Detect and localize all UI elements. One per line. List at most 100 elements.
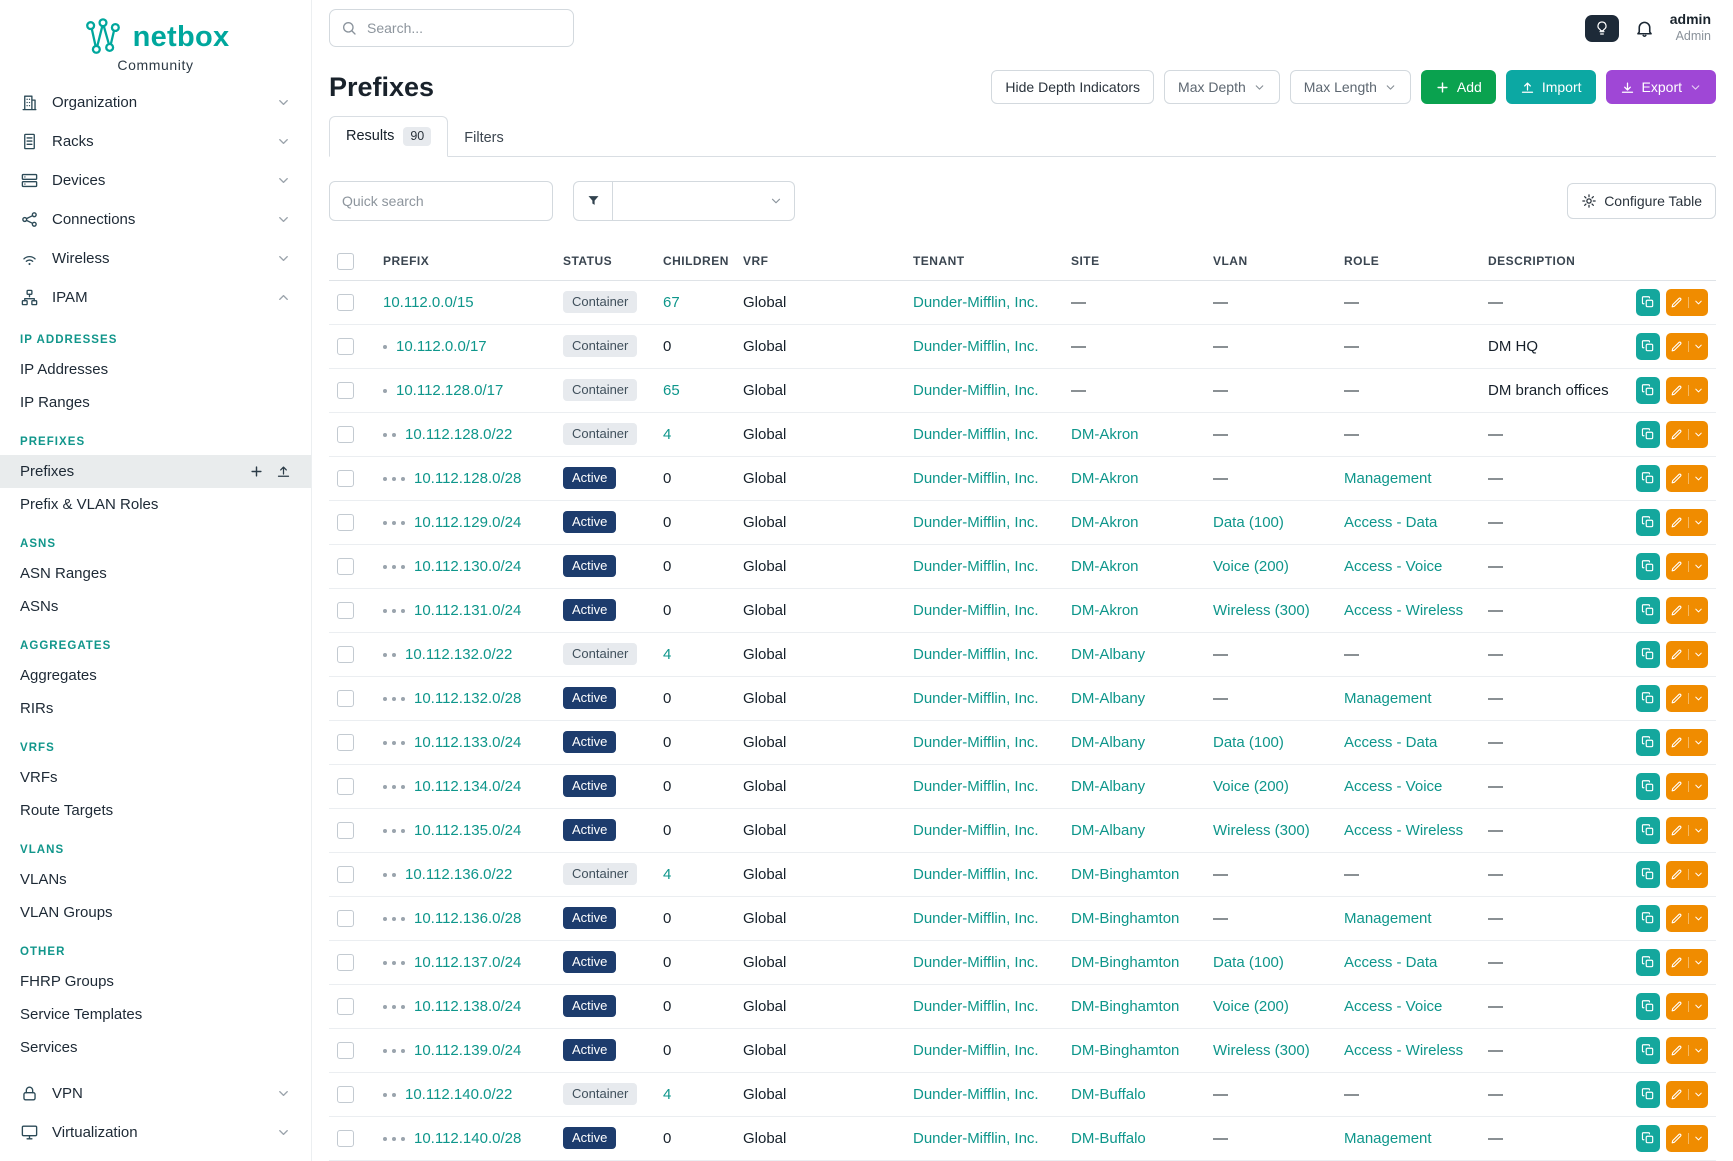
clone-button[interactable] [1636, 685, 1660, 712]
clone-button[interactable] [1636, 289, 1660, 316]
vlan-link[interactable]: Data (100) [1213, 734, 1284, 751]
prefix-link[interactable]: 10.112.138.0/24 [414, 998, 521, 1015]
prefix-link[interactable]: 10.112.136.0/22 [405, 866, 512, 883]
sidebar-item-racks[interactable]: Racks [0, 122, 311, 161]
sidebar-item-connections[interactable]: Connections [0, 200, 311, 239]
role-link[interactable]: Access - Wireless [1344, 1042, 1463, 1059]
tenant-link[interactable]: Dunder-Mifflin, Inc. [913, 998, 1039, 1015]
upload-icon[interactable] [276, 464, 291, 479]
clone-button[interactable] [1636, 597, 1660, 624]
clone-button[interactable] [1636, 729, 1660, 756]
column-header-site[interactable]: SITE [1063, 243, 1205, 281]
row-checkbox[interactable] [337, 514, 354, 531]
site-link[interactable]: DM-Akron [1071, 426, 1139, 443]
children-link[interactable]: 4 [663, 1086, 671, 1103]
sidebar-item-route-targets[interactable]: Route Targets [0, 794, 311, 827]
vlan-link[interactable]: Voice (200) [1213, 998, 1289, 1015]
site-link[interactable]: DM-Binghamton [1071, 1042, 1179, 1059]
clone-button[interactable] [1636, 949, 1660, 976]
tenant-link[interactable]: Dunder-Mifflin, Inc. [913, 910, 1039, 927]
edit-button[interactable] [1666, 773, 1708, 800]
row-checkbox[interactable] [337, 1130, 354, 1147]
sidebar-item-ipam[interactable]: IPAM [0, 278, 311, 317]
column-header-role[interactable]: ROLE [1336, 243, 1480, 281]
clone-button[interactable] [1636, 333, 1660, 360]
prefix-link[interactable]: 10.112.128.0/17 [396, 382, 503, 399]
tenant-link[interactable]: Dunder-Mifflin, Inc. [913, 470, 1039, 487]
prefix-link[interactable]: 10.112.128.0/28 [414, 470, 521, 487]
vlan-link[interactable]: Data (100) [1213, 514, 1284, 531]
tenant-link[interactable]: Dunder-Mifflin, Inc. [913, 338, 1039, 355]
quick-search-input[interactable] [329, 181, 553, 221]
select-all-checkbox[interactable] [337, 253, 354, 270]
role-link[interactable]: Management [1344, 910, 1432, 927]
edit-button[interactable] [1666, 377, 1708, 404]
vlan-link[interactable]: Voice (200) [1213, 778, 1289, 795]
theme-toggle-button[interactable] [1585, 15, 1619, 42]
row-checkbox[interactable] [337, 1086, 354, 1103]
sidebar-item-ip-ranges[interactable]: IP Ranges [0, 386, 311, 419]
role-link[interactable]: Management [1344, 470, 1432, 487]
row-checkbox[interactable] [337, 690, 354, 707]
site-link[interactable]: DM-Albany [1071, 646, 1145, 663]
row-checkbox[interactable] [337, 338, 354, 355]
tenant-link[interactable]: Dunder-Mifflin, Inc. [913, 1130, 1039, 1147]
row-checkbox[interactable] [337, 778, 354, 795]
clone-button[interactable] [1636, 465, 1660, 492]
tab-filters[interactable]: Filters [448, 120, 519, 156]
row-checkbox[interactable] [337, 1042, 354, 1059]
clone-button[interactable] [1636, 817, 1660, 844]
prefix-link[interactable]: 10.112.130.0/24 [414, 558, 521, 575]
sidebar-item-circuits[interactable]: Circuits [0, 1152, 311, 1161]
configure-table-button[interactable]: Configure Table [1567, 183, 1716, 219]
edit-button[interactable] [1666, 509, 1708, 536]
children-link[interactable]: 67 [663, 294, 680, 311]
role-link[interactable]: Access - Wireless [1344, 822, 1463, 839]
edit-button[interactable] [1666, 1037, 1708, 1064]
column-header-prefix[interactable]: PREFIX [375, 243, 555, 281]
prefix-link[interactable]: 10.112.136.0/28 [414, 910, 521, 927]
clone-button[interactable] [1636, 421, 1660, 448]
column-header-status[interactable]: STATUS [555, 243, 655, 281]
edit-button[interactable] [1666, 465, 1708, 492]
edit-button[interactable] [1666, 729, 1708, 756]
site-link[interactable]: DM-Albany [1071, 778, 1145, 795]
tenant-link[interactable]: Dunder-Mifflin, Inc. [913, 954, 1039, 971]
sidebar-item-vlan-groups[interactable]: VLAN Groups [0, 896, 311, 929]
vlan-link[interactable]: Voice (200) [1213, 558, 1289, 575]
edit-button[interactable] [1666, 333, 1708, 360]
export-button[interactable]: Export [1606, 70, 1716, 104]
prefix-link[interactable]: 10.112.0.0/15 [383, 294, 474, 311]
site-link[interactable]: DM-Binghamton [1071, 910, 1179, 927]
max-length-dropdown[interactable]: Max Length [1290, 70, 1411, 104]
tenant-link[interactable]: Dunder-Mifflin, Inc. [913, 646, 1039, 663]
edit-button[interactable] [1666, 861, 1708, 888]
tenant-link[interactable]: Dunder-Mifflin, Inc. [913, 734, 1039, 751]
role-link[interactable]: Management [1344, 690, 1432, 707]
vlan-link[interactable]: Wireless (300) [1213, 822, 1310, 839]
row-checkbox[interactable] [337, 734, 354, 751]
row-checkbox[interactable] [337, 602, 354, 619]
site-link[interactable]: DM-Binghamton [1071, 954, 1179, 971]
site-link[interactable]: DM-Albany [1071, 690, 1145, 707]
column-header-children[interactable]: CHILDREN [655, 243, 735, 281]
site-link[interactable]: DM-Buffalo [1071, 1086, 1146, 1103]
prefix-link[interactable]: 10.112.140.0/28 [414, 1130, 521, 1147]
edit-button[interactable] [1666, 1081, 1708, 1108]
column-header-tenant[interactable]: TENANT [905, 243, 1063, 281]
sidebar-item-vpn[interactable]: VPN [0, 1074, 311, 1113]
edit-button[interactable] [1666, 553, 1708, 580]
sidebar-item-ip-addresses[interactable]: IP Addresses [0, 353, 311, 386]
row-checkbox[interactable] [337, 998, 354, 1015]
tenant-link[interactable]: Dunder-Mifflin, Inc. [913, 1086, 1039, 1103]
user-menu[interactable]: admin Admin [1670, 11, 1711, 44]
tenant-link[interactable]: Dunder-Mifflin, Inc. [913, 822, 1039, 839]
edit-button[interactable] [1666, 993, 1708, 1020]
tenant-link[interactable]: Dunder-Mifflin, Inc. [913, 294, 1039, 311]
tenant-link[interactable]: Dunder-Mifflin, Inc. [913, 866, 1039, 883]
edit-button[interactable] [1666, 817, 1708, 844]
sidebar-item-vrfs[interactable]: VRFs [0, 761, 311, 794]
prefix-link[interactable]: 10.112.133.0/24 [414, 734, 521, 751]
global-search-input[interactable] [329, 9, 574, 47]
row-checkbox[interactable] [337, 866, 354, 883]
